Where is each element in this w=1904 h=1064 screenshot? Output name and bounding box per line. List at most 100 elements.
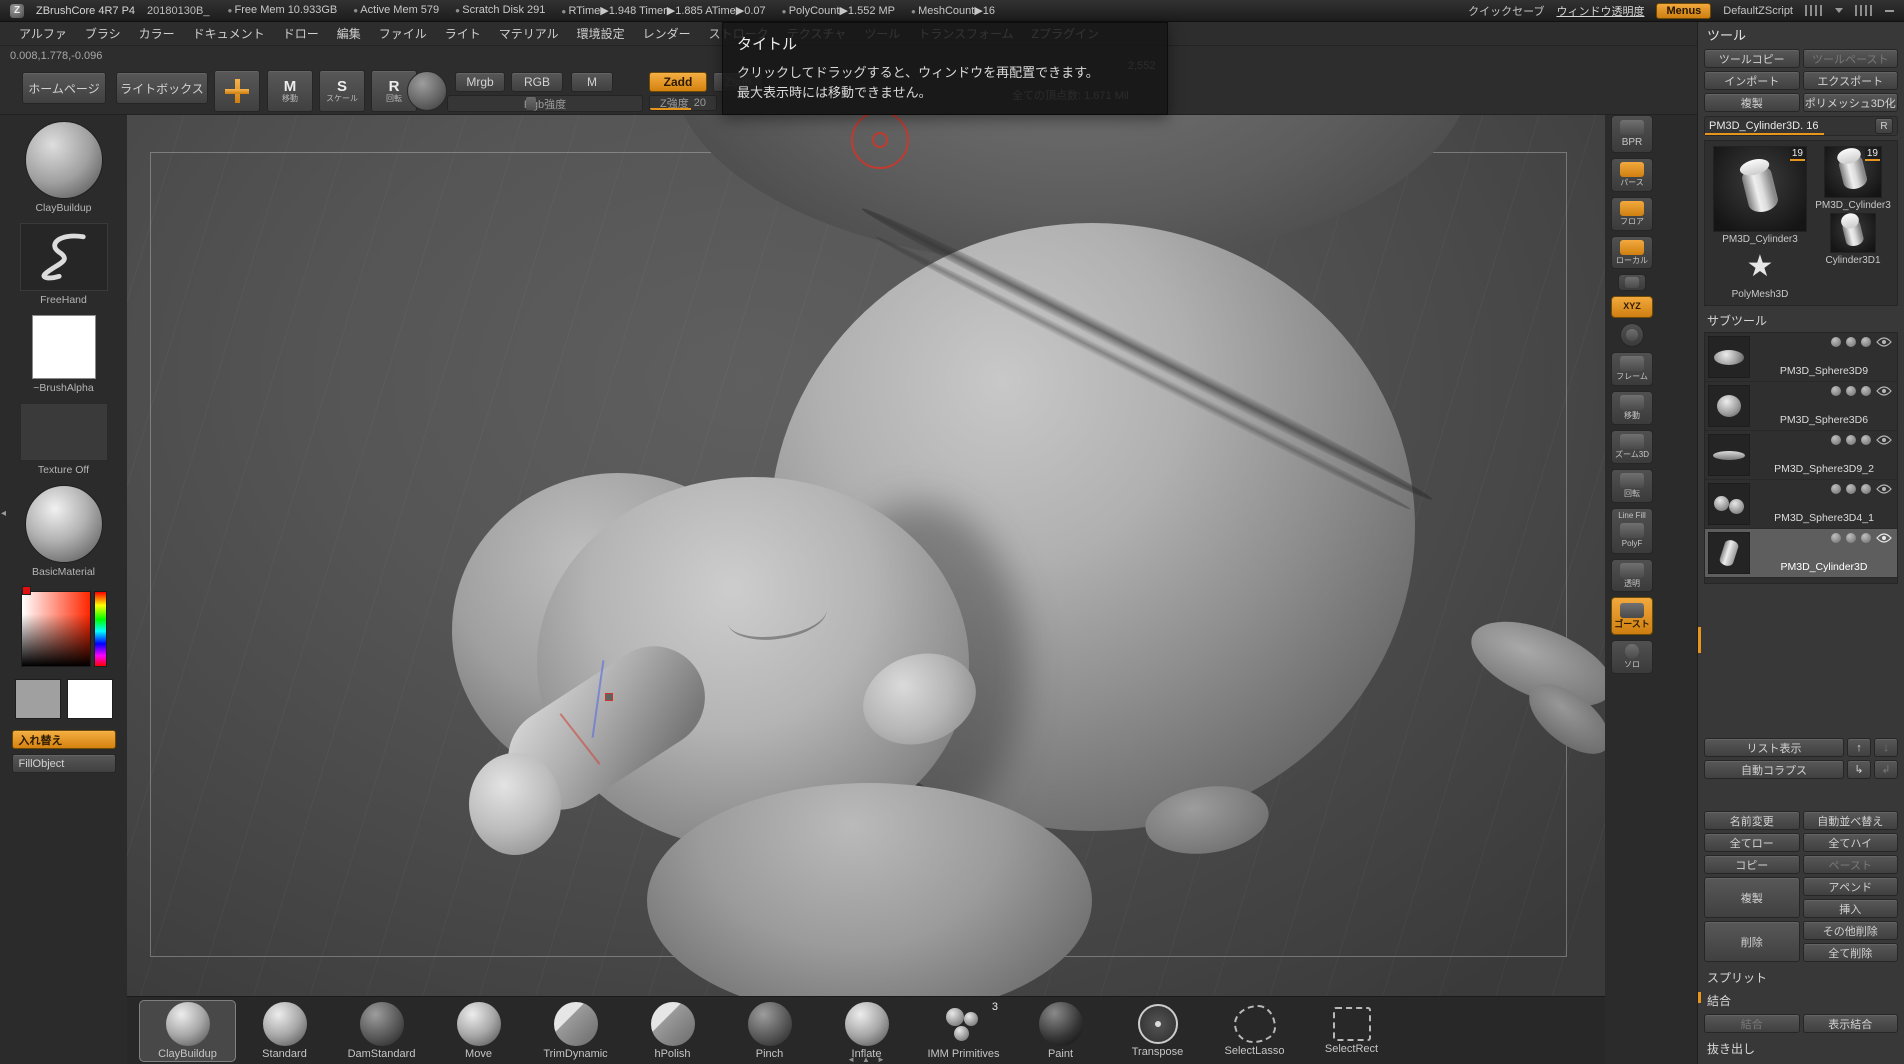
tray-brush-imm-primitives[interactable]: 3 IMM Primitives [915,1000,1012,1062]
current-brush-thumbnail[interactable] [25,121,103,199]
cylinder3d1-tool[interactable] [1830,213,1876,253]
rotate-view-button[interactable]: 回転 [1611,469,1653,503]
mask-toggle-icon[interactable] [1861,435,1871,445]
polypaint-toggle-icon[interactable] [1846,337,1856,347]
subtool-thumbnail[interactable] [1708,434,1750,476]
mask-toggle-icon[interactable] [1861,337,1871,347]
collapse-in-button[interactable]: ↲ [1874,760,1898,779]
polypaint-toggle-icon[interactable] [1846,386,1856,396]
scroll-up-icon[interactable]: ▲ [862,1055,870,1064]
list-view-button[interactable]: リスト表示 [1704,738,1844,757]
tray-brush-trimdynamic[interactable]: TrimDynamic [527,1000,624,1062]
extract-section-header[interactable]: 抜き出し [1698,1036,1904,1059]
sculpt-toggle-icon[interactable] [1831,435,1841,445]
tray-tool-transpose[interactable]: Transpose [1109,1000,1206,1062]
all-low-button[interactable]: 全てロー [1704,833,1800,852]
current-stroke-thumbnail[interactable] [20,223,108,291]
tray-brush-hpolish[interactable]: hPolish [624,1000,721,1062]
delete-other-button[interactable]: その他削除 [1803,921,1899,940]
tray-scroll-arrows[interactable]: ◄ ▲ ► [847,1055,885,1064]
scroll-left-icon[interactable]: ◄ [847,1055,855,1064]
active-tool-slider[interactable]: PM3D_Cylinder3D. 16 R [1704,116,1898,136]
subtool-thumbnail[interactable] [1708,385,1750,427]
fill-object-button[interactable]: FillObject [12,754,116,773]
polypaint-toggle-icon[interactable] [1846,533,1856,543]
subtool-thumbnail[interactable] [1708,336,1750,378]
menu-file[interactable]: ファイル [370,22,436,45]
menu-draw[interactable]: ドロー [274,22,328,45]
polymesh3d-tool[interactable]: ★ [1737,247,1783,287]
merge-down-button[interactable]: 結合 [1704,1014,1800,1033]
polypaint-toggle-icon[interactable] [1846,435,1856,445]
paste-subtool-button[interactable]: ペースト [1803,855,1899,874]
visibility-eye-icon[interactable] [1876,386,1892,396]
mask-toggle-icon[interactable] [1861,533,1871,543]
switch-color-button[interactable]: 入れ替え [12,730,116,749]
current-texture-thumbnail[interactable] [20,403,108,461]
auto-collapse-button[interactable]: 自動コラプス [1704,760,1844,779]
sculpt-toggle-icon[interactable] [1831,386,1841,396]
tray-tool-selectlasso[interactable]: SelectLasso [1206,1000,1303,1062]
subtool-row-selected[interactable]: PM3D_Cylinder3D [1705,529,1897,578]
delete-button[interactable]: 削除 [1704,921,1800,962]
all-high-button[interactable]: 全てハイ [1803,833,1899,852]
menus-toggle-button[interactable]: Menus [1656,3,1711,19]
floor-button[interactable]: フロア [1611,197,1653,231]
tray-brush-claybuildup[interactable]: ClayBuildup [139,1000,236,1062]
visibility-eye-icon[interactable] [1876,337,1892,347]
pan-button[interactable]: 移動 [1611,391,1653,425]
subtool-row[interactable]: PM3D_Sphere3D9_2 [1705,431,1897,480]
lightbox-button[interactable]: ライトボックス [116,72,208,104]
mask-toggle-icon[interactable] [1861,484,1871,494]
lsym-button[interactable] [1618,274,1646,291]
recent-tool-thumbnail[interactable]: 19 [1824,146,1882,198]
copy-subtool-button[interactable]: コピー [1704,855,1800,874]
left-divider-handle[interactable]: ◂ [1,508,6,519]
subtool-row[interactable]: PM3D_Sphere3D6 [1705,382,1897,431]
draw-mode-button[interactable] [214,70,260,112]
subtool-up-button[interactable]: ↑ [1847,738,1871,757]
z-intensity-slider[interactable]: Z強度 20 [649,95,717,111]
m-button[interactable]: M [571,72,613,92]
current-material-thumbnail[interactable] [25,485,103,563]
current-alpha-thumbnail[interactable] [32,315,96,379]
tray-tool-selectrect[interactable]: SelectRect [1303,1000,1400,1062]
polypaint-toggle-icon[interactable] [1846,484,1856,494]
tray-brush-standard[interactable]: Standard [236,1000,333,1062]
sculpt-toggle-icon[interactable] [1831,337,1841,347]
tool-copy-button[interactable]: ツールコピー [1704,49,1800,68]
menu-material[interactable]: マテリアル [490,22,568,45]
main-color-swatch[interactable] [15,679,61,719]
export-button[interactable]: エクスポート [1803,71,1899,90]
split-section-header[interactable]: スプリット [1698,965,1904,988]
gyro-move-button[interactable]: M 移動 [267,70,313,112]
subtool-section-header[interactable]: サブツール [1698,308,1904,331]
minimize-icon[interactable] [1885,10,1894,12]
zscript-label[interactable]: DefaultZScript [1723,5,1793,17]
menu-alpha[interactable]: アルファ [10,22,76,45]
merge-section-header[interactable]: 結合 [1698,988,1904,1011]
auto-reorder-button[interactable]: 自動並べ替え [1803,811,1899,830]
active-tool-thumbnail[interactable]: 19 [1713,146,1807,232]
secondary-color-swatch[interactable] [67,679,113,719]
hue-strip[interactable] [94,591,107,667]
homepage-button[interactable]: ホームページ [22,72,106,104]
quicksave-button[interactable]: クイックセーブ [1468,3,1544,19]
rgb-slider-knob[interactable] [526,97,536,110]
merge-visible-button[interactable]: 表示結合 [1803,1014,1899,1033]
tool-paste-button[interactable]: ツールペースト [1803,49,1899,68]
xyz-symmetry-button[interactable]: XYZ [1611,296,1653,318]
insert-button[interactable]: 挿入 [1803,899,1899,918]
sculpt-toggle-icon[interactable] [1831,484,1841,494]
menu-preferences[interactable]: 環境設定 [568,22,634,45]
tray-brush-inflate[interactable]: Inflate [818,1000,915,1062]
window-opacity-button[interactable]: ウィンドウ透明度 [1556,3,1644,19]
zoom3d-button[interactable]: ズーム3D [1611,430,1653,464]
tray-brush-paint[interactable]: Paint [1012,1000,1109,1062]
menu-color[interactable]: カラー [130,22,184,45]
menu-edit[interactable]: 編集 [328,22,370,45]
scroll-right-icon[interactable]: ► [877,1055,885,1064]
polyframe-button[interactable]: Line Fill PolyF [1611,508,1653,554]
rapid-sample-button[interactable]: R [1875,118,1893,134]
sculpt-toggle-icon[interactable] [1831,533,1841,543]
